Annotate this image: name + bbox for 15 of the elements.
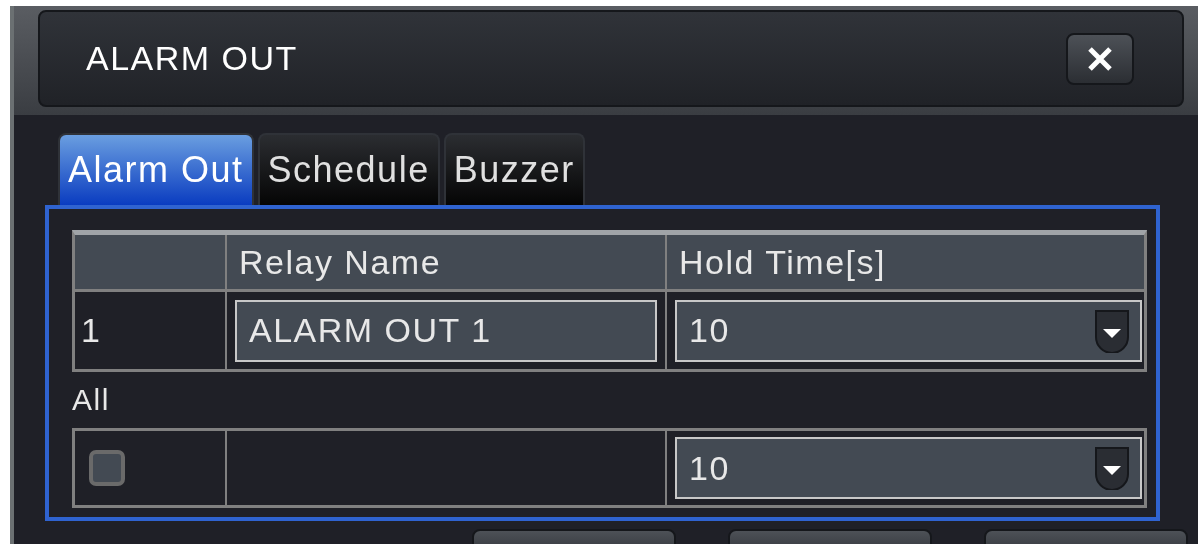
hold-time-dropdown[interactable]: 10 — [675, 437, 1142, 499]
all-checkbox[interactable] — [89, 450, 125, 486]
window-title: ALARM OUT — [86, 39, 298, 78]
relay-name-field[interactable]: ALARM OUT 1 — [235, 299, 657, 362]
header-cell: Hold Time[s] — [665, 235, 1150, 289]
dropdown-arrow-icon — [1094, 446, 1130, 490]
row-number: 1 — [80, 310, 103, 351]
tab[interactable]: Schedule — [257, 133, 440, 205]
header-cell: Relay Name — [225, 235, 665, 289]
all-label: All — [72, 382, 111, 418]
tab[interactable]: Buzzer — [443, 133, 585, 205]
hold-time-dropdown[interactable]: 10 — [675, 299, 1142, 362]
tab[interactable]: Alarm Out — [58, 133, 254, 205]
dropdown-arrow-icon — [1094, 308, 1130, 353]
close-button[interactable] — [1066, 32, 1134, 85]
